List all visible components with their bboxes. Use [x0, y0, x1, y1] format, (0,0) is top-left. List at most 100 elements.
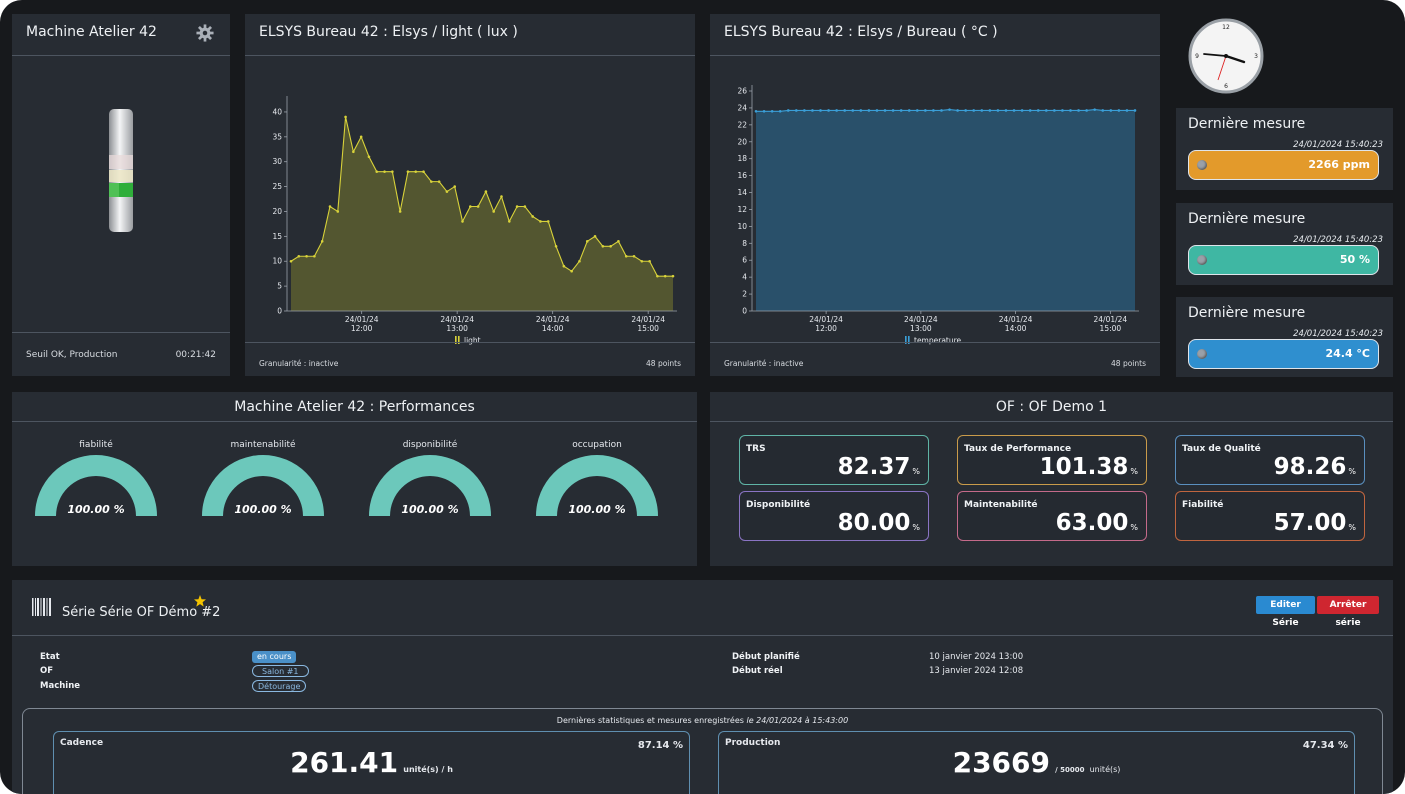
data-point: [924, 109, 927, 112]
dashboard-screen: Machine Atelier 42 Seuil OK, Production …: [0, 0, 1405, 794]
x-tick-label-date: 24/01/24: [809, 315, 843, 324]
production-value: 23669: [952, 746, 1051, 779]
data-point: [624, 254, 628, 258]
kpi-value-wrap: 80.00%: [838, 510, 920, 536]
light-points: 48 points: [646, 359, 681, 368]
measure-value: 24.4 °C: [1325, 347, 1370, 360]
data-point: [469, 205, 472, 208]
data-point: [770, 110, 774, 113]
data-point: [1077, 109, 1080, 112]
clock-9: 9: [1195, 53, 1199, 60]
signal-tower: [109, 109, 133, 232]
data-point: [305, 254, 308, 258]
data-point: [859, 109, 863, 112]
data-point: [507, 220, 511, 223]
data-point: [956, 109, 959, 112]
kpi-value: 82.37: [837, 454, 911, 480]
debut-planifie-value: 10 janvier 2024 13:00: [929, 652, 1024, 662]
y-tick-label: 35: [272, 132, 282, 141]
data-point: [437, 180, 441, 183]
data-point: [891, 109, 895, 112]
kpi-value-wrap: 101.38%: [1040, 454, 1138, 480]
clock-widget: 12 3 6 9: [1188, 18, 1264, 94]
data-point: [648, 259, 651, 263]
y-tick-label: 0: [742, 307, 747, 316]
cadence-value: 261.41: [290, 746, 399, 779]
data-point: [367, 155, 371, 159]
y-tick-label: 24: [737, 103, 747, 112]
legend-label: light: [464, 336, 481, 345]
data-point: [811, 109, 814, 112]
y-tick-label: 10: [272, 257, 282, 266]
etat-badge: en cours: [252, 651, 297, 663]
machine-link[interactable]: Détourage: [252, 680, 307, 692]
clock-3: 3: [1254, 53, 1258, 60]
etat-label: Etat: [40, 652, 60, 662]
data-point: [515, 205, 519, 208]
of-link[interactable]: Salon #1: [252, 665, 309, 677]
y-tick-label: 0: [277, 307, 282, 316]
gauge-value: 100.00 %: [401, 503, 459, 516]
y-tick-label: 2: [742, 290, 747, 299]
data-point: [601, 245, 605, 248]
debut-planifie-label: Début planifié: [732, 652, 800, 662]
data-point: [1004, 109, 1008, 112]
data-point: [406, 170, 410, 173]
y-tick-label: 4: [742, 273, 747, 282]
kpi-value: 57.00: [1273, 510, 1347, 536]
gear-icon[interactable]: [196, 24, 214, 42]
y-tick-label: 20: [272, 207, 282, 216]
of-title: OF : OF Demo 1: [710, 392, 1393, 422]
measure-card-co2: Dernière mesure 24/01/2024 15:40:23 2266…: [1176, 108, 1393, 190]
data-point: [754, 110, 758, 113]
data-point: [867, 109, 871, 112]
kpi-unit: %: [1348, 467, 1356, 476]
temp-chart: 0246810121416182022242624/01/2412:0024/0…: [737, 85, 1139, 345]
data-point: [915, 109, 919, 112]
status-dot-icon: [1197, 160, 1207, 170]
data-point: [996, 109, 1000, 112]
data-point: [948, 108, 951, 111]
measure-title: Dernière mesure: [1188, 211, 1306, 227]
data-point: [1125, 109, 1129, 112]
status-dot-icon: [1197, 349, 1207, 359]
y-tick-label: 8: [742, 239, 747, 248]
kpi-label: Taux de Performance: [964, 444, 1072, 454]
data-point: [786, 109, 790, 112]
y-tick-label: 15: [272, 232, 282, 241]
kpi-card: Disponibilité 80.00%: [739, 491, 929, 541]
light-granularity: Granularité : inactive: [259, 359, 339, 368]
stop-serie-button[interactable]: Arrêter série: [1317, 596, 1379, 628]
data-point: [289, 259, 293, 263]
x-tick-label-time: 15:00: [637, 324, 659, 333]
x-tick-label-date: 24/01/24: [536, 315, 570, 324]
data-point: [359, 135, 363, 139]
data-point: [297, 254, 301, 258]
data-point: [1109, 109, 1113, 112]
data-point: [578, 259, 581, 263]
series-area: [291, 116, 673, 311]
y-tick-label: 18: [737, 154, 747, 163]
y-tick-label: 10: [737, 222, 747, 231]
gauge-label: occupation: [572, 440, 622, 450]
data-point: [313, 254, 316, 258]
measure-card-humidity: Dernière mesure 24/01/2024 15:40:23 50 %: [1176, 203, 1393, 285]
data-point: [344, 115, 347, 119]
barcode-icon: [32, 598, 51, 616]
star-icon[interactable]: [194, 595, 206, 607]
edit-serie-button[interactable]: Editer Série: [1256, 596, 1315, 628]
y-tick-label: 20: [737, 137, 747, 146]
kpi-value: 80.00: [837, 510, 911, 536]
data-point: [972, 109, 976, 112]
machine-status: Seuil OK, Production: [26, 350, 118, 360]
x-tick-label-time: 15:00: [1100, 324, 1122, 333]
kpi-value: 63.00: [1055, 510, 1129, 536]
gauge-label: maintenabilité: [230, 440, 296, 450]
kpi-label: TRS: [746, 444, 766, 454]
kpi-value-wrap: 82.37%: [838, 454, 920, 480]
x-tick-label-date: 24/01/24: [904, 315, 938, 324]
data-point: [461, 220, 464, 223]
data-point: [383, 170, 386, 173]
kpi-label: Maintenabilité: [964, 500, 1038, 510]
stats-heading: Dernières statistiques et mesures enregi…: [23, 716, 1382, 725]
